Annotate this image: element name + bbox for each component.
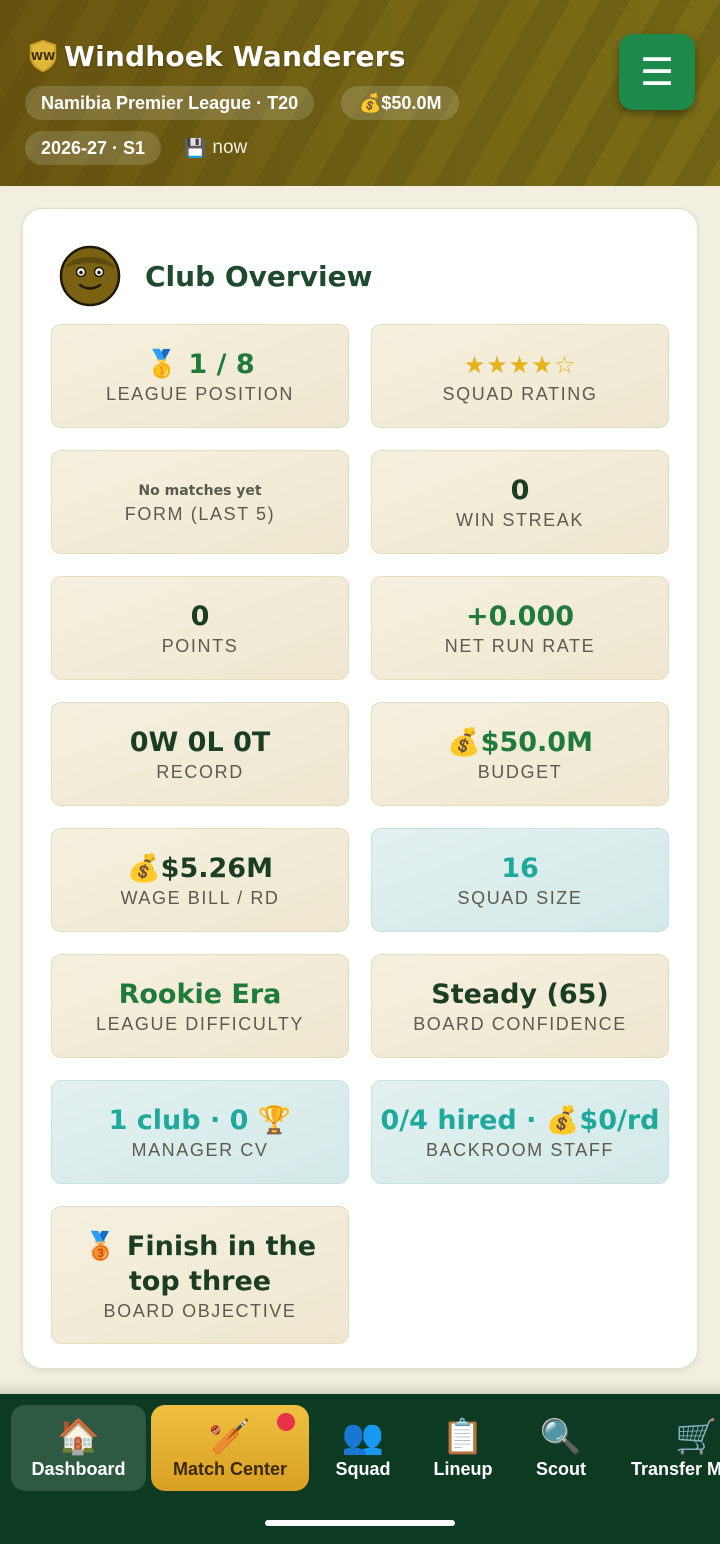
tile-label: FORM (LAST 5) [124,503,276,524]
tile-value: No matches yet [138,482,262,499]
tile-league-difficulty: Rookie Era LEAGUE DIFFICULTY [51,954,349,1058]
tile-board-confidence: Steady (65) BOARD CONFIDENCE [371,954,669,1058]
magnifier-icon: 🔍 [539,1417,583,1456]
notification-dot [277,1413,295,1431]
hamburger-icon: ☰ [639,51,675,94]
tile-league-position: 🥇 1 / 8 LEAGUE POSITION [51,324,349,428]
home-icon: 🏠 [57,1417,100,1456]
tile-value: 0 [510,474,530,506]
club-title: WW Windhoek Wanderers [26,34,406,78]
tile-value: 16 [501,852,539,884]
star-rating-icon: ★★★★☆ [463,350,577,379]
menu-button[interactable]: ☰ [619,34,695,110]
tile-net-run-rate: +0.000 NET RUN RATE [371,576,669,680]
tile-value: Steady (65) [431,978,609,1010]
floppy-disk-icon: 💾 [184,137,207,158]
tile-label: WIN STREAK [455,509,584,530]
nav-label: Transfer M [631,1458,720,1479]
tile-label: RECORD [156,761,244,782]
tile-label: BUDGET [477,761,563,782]
nav-scout[interactable]: 🔍 Scout [516,1405,606,1491]
nav-label: Dashboard [31,1458,126,1479]
cricket-bat-icon: 🏏 [208,1417,252,1456]
nav-label: Lineup [433,1458,493,1479]
tile-label: NET RUN RATE [444,635,596,656]
clipboard-icon: 📋 [441,1417,485,1456]
league-chip: Namibia Premier League · T20 [25,86,315,120]
tile-value: 💰$5.26M [127,852,273,884]
tile-label: POINTS [161,635,239,656]
app-header: WW Windhoek Wanderers Namibia Premier Le… [0,0,720,186]
tile-label: BOARD CONFIDENCE [413,1013,627,1034]
budget-chip: 💰$50.0M [341,86,460,120]
card-header: Club Overview [59,245,372,307]
tile-label: BACKROOM STAFF [425,1139,615,1160]
tile-budget: 💰$50.0M BUDGET [371,702,669,806]
tile-win-streak: 0 WIN STREAK [371,450,669,554]
club-name: Windhoek Wanderers [64,39,406,73]
tile-value: 0W 0L 0T [129,726,271,758]
tile-label: SQUAD SIZE [457,887,583,908]
svg-text:WW: WW [31,50,55,63]
tile-value-line1: 🥉 Finish in the [83,1230,317,1262]
nav-squad[interactable]: 👥 Squad [318,1405,408,1491]
tile-manager-cv[interactable]: 1 club · 0 🏆 MANAGER CV [51,1080,349,1184]
tile-value: 1 club · 0 🏆 [108,1104,292,1136]
tile-value: 0 [190,600,210,632]
nav-transfer-market[interactable]: 🛒 Transfer M [626,1405,720,1491]
tile-value: +0.000 [465,600,575,632]
tile-label: SQUAD RATING [442,383,598,404]
tile-label: BOARD OBJECTIVE [103,1300,297,1321]
tile-label: WAGE BILL / RD [120,887,280,908]
manager-avatar-icon [59,245,121,307]
tile-value: 💰$50.0M [447,726,593,758]
tile-backroom-staff[interactable]: 0/4 hired · 💰$0/rd BACKROOM STAFF [371,1080,669,1184]
card-title: Club Overview [145,259,373,293]
tile-value: 🥇 1 / 8 [145,348,255,380]
tile-points: 0 POINTS [51,576,349,680]
tile-board-objective: 🥉 Finish in the top three BOARD OBJECTIV… [51,1206,349,1344]
nav-label: Scout [535,1458,586,1479]
tile-label: LEAGUE DIFFICULTY [96,1013,304,1034]
home-indicator[interactable] [265,1520,455,1526]
tile-form: No matches yet FORM (LAST 5) [51,450,349,554]
tile-wage-bill: 💰$5.26M WAGE BILL / RD [51,828,349,932]
tile-value: 0/4 hired · 💰$0/rd [380,1104,660,1136]
tile-squad-rating: ★★★★☆ SQUAD RATING [371,324,669,428]
tile-value: Rookie Era [118,978,282,1010]
tile-record: 0W 0L 0T RECORD [51,702,349,806]
nav-match-center[interactable]: 🏏 Match Center [151,1405,309,1491]
tile-squad-size[interactable]: 16 SQUAD SIZE [371,828,669,932]
save-status: 💾 now [184,130,247,166]
tile-value-line2: top three [128,1265,272,1297]
tile-label: LEAGUE POSITION [105,383,295,404]
nav-label: Match Center [172,1458,288,1479]
nav-dashboard[interactable]: 🏠 Dashboard [11,1405,146,1491]
season-chip: 2026-27 · S1 [25,131,162,165]
nav-label: Squad [335,1458,391,1479]
club-overview-card: Club Overview 🥇 1 / 8 LEAGUE POSITION ★★… [22,208,698,1369]
save-status-label: now [212,137,248,158]
tile-label: MANAGER CV [131,1139,269,1160]
club-crest-icon: WW [26,38,60,74]
shopping-cart-icon: 🛒 [675,1417,718,1456]
nav-lineup[interactable]: 📋 Lineup [418,1405,508,1491]
users-icon: 👥 [341,1417,385,1456]
